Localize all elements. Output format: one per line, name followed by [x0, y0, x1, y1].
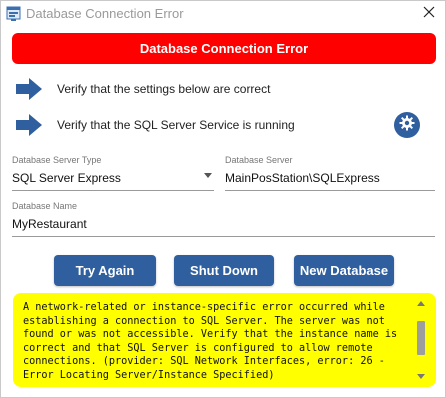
gear-icon: [399, 115, 415, 136]
field-underline: [12, 190, 214, 191]
database-name-field[interactable]: Database Name MyRestaurant: [12, 201, 435, 237]
field-underline: [12, 236, 435, 237]
error-banner-text: Database Connection Error: [139, 41, 309, 56]
database-server-field[interactable]: Database Server MainPosStation\SQLExpres…: [225, 155, 435, 191]
database-name-label: Database Name: [12, 201, 78, 211]
step-text: Verify that the SQL Server Service is ru…: [57, 118, 295, 132]
field-underline: [225, 190, 435, 191]
try-again-button[interactable]: Try Again: [54, 255, 156, 286]
step-verify-service: Verify that the SQL Server Service is ru…: [16, 112, 295, 138]
step-text: Verify that the settings below are corre…: [57, 82, 271, 96]
shut-down-button[interactable]: Shut Down: [174, 255, 274, 286]
error-scrollbar[interactable]: [414, 299, 428, 381]
database-name-input[interactable]: MyRestaurant: [12, 217, 435, 233]
scroll-down-icon[interactable]: [417, 374, 425, 379]
database-server-label: Database Server: [225, 155, 293, 165]
step-verify-settings: Verify that the settings below are corre…: [16, 76, 270, 102]
error-message-text: A network-related or instance-specific e…: [23, 302, 398, 381]
database-server-type-value: SQL Server Express: [12, 171, 121, 185]
error-dialog-window: Database Connection Error Database Conne…: [0, 0, 446, 398]
arrow-right-icon: [16, 78, 42, 100]
scroll-up-icon[interactable]: [417, 301, 425, 306]
error-banner: Database Connection Error: [12, 33, 436, 64]
database-server-type-label: Database Server Type: [12, 155, 102, 165]
database-server-type-select[interactable]: Database Server Type SQL Server Express: [12, 155, 214, 191]
error-message-box[interactable]: A network-related or instance-specific e…: [13, 293, 436, 387]
scroll-thumb[interactable]: [417, 321, 425, 355]
window-title: Database Connection Error: [26, 6, 184, 21]
arrow-right-icon: [16, 114, 42, 136]
settings-button[interactable]: [394, 112, 420, 138]
close-icon: [423, 5, 435, 23]
title-bar: Database Connection Error: [1, 1, 445, 29]
database-app-icon: [6, 6, 21, 22]
chevron-down-icon: [204, 173, 212, 178]
new-database-button[interactable]: New Database: [294, 255, 394, 286]
close-button[interactable]: [417, 3, 441, 25]
database-server-input[interactable]: MainPosStation\SQLExpress: [225, 171, 435, 187]
